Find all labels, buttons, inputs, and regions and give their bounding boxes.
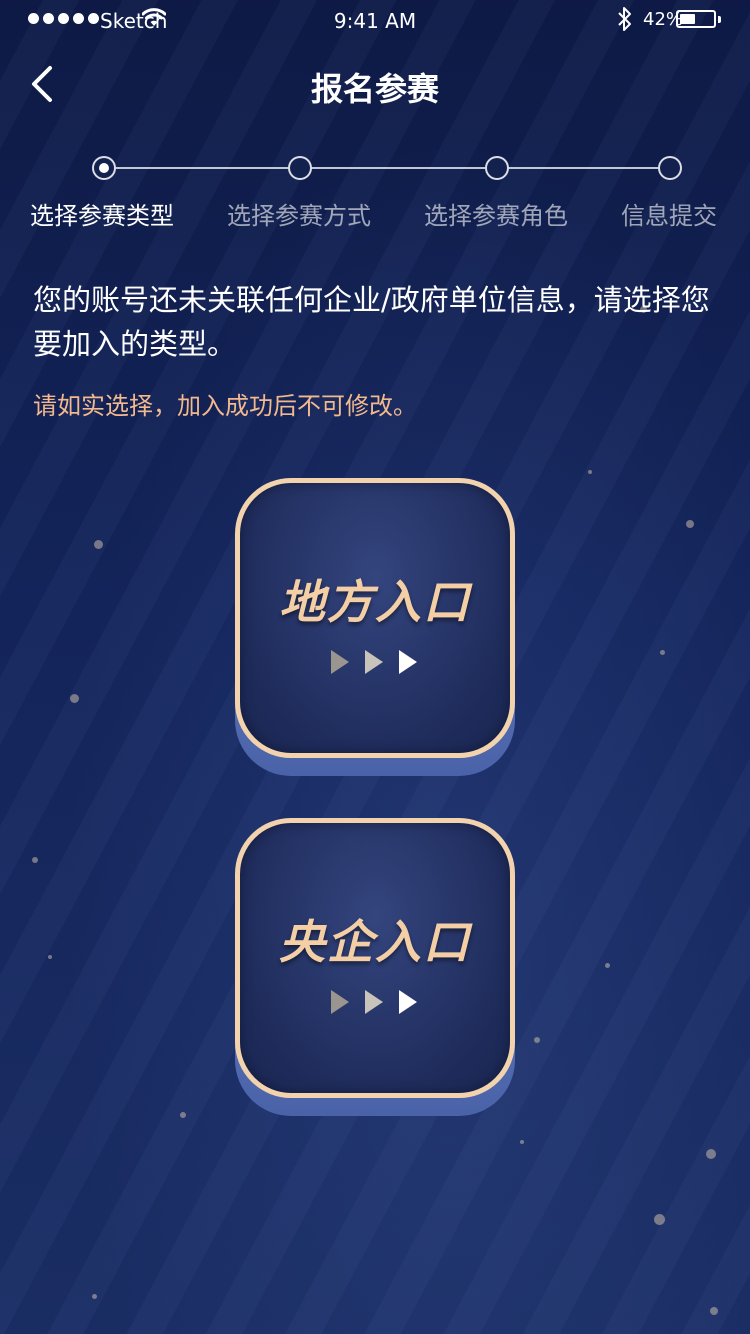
step-node-3 [485,156,509,180]
step-label-2: 选择参赛方式 [227,202,371,230]
step-node-4 [658,156,682,180]
battery-icon [676,10,716,28]
stepper-line [104,167,670,169]
triple-arrow-icon [331,990,417,1014]
central-soe-entry-button[interactable]: 央企入口 [235,818,515,1118]
step-label-1: 选择参赛类型 [30,202,174,230]
page-title: 报名参赛 [310,70,439,108]
step-node-1 [92,156,116,180]
battery-cap [718,16,721,23]
central-soe-entry-label: 央企入口 [279,915,471,969]
local-entry-label: 地方入口 [279,575,471,629]
local-entry-button[interactable]: 地方入口 [235,478,515,778]
bluetooth-icon [618,7,631,31]
status-bar: Sketch 9:41 AM 42% [0,0,750,40]
triple-arrow-icon [331,650,417,674]
step-label-4: 信息提交 [621,202,717,230]
intro-text: 您的账号还未关联任何企业/政府单位信息，请选择您要加入的类型。 [33,283,710,361]
battery-fill [680,14,696,24]
step-node-2 [288,156,312,180]
warning-text: 请如实选择，加入成功后不可修改。 [33,392,417,420]
step-label-3: 选择参赛角色 [424,202,568,230]
clock: 9:41 AM [333,9,417,33]
